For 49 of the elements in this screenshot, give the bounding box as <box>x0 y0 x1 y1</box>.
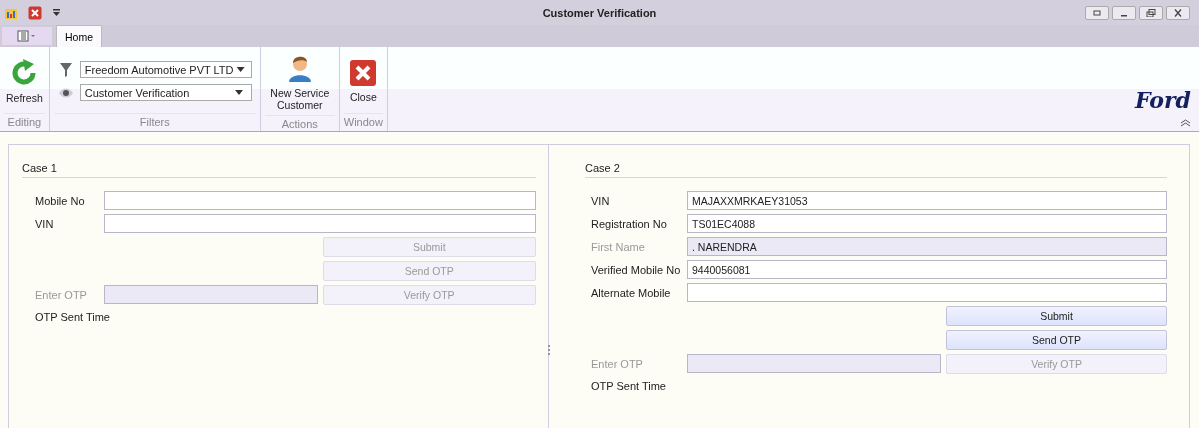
new-customer-button[interactable]: New Service Customer <box>264 49 335 115</box>
field-label: Mobile No <box>35 194 86 207</box>
minimize-icon <box>1121 14 1127 17</box>
ribbon-tab[interactable]: Home <box>56 25 102 47</box>
restore-icon <box>1146 8 1156 17</box>
group-label: Editing <box>4 113 45 131</box>
field-label: Verified Mobile No <box>591 263 682 276</box>
field-label: Alternate Mobile <box>591 286 672 299</box>
field-label: First Name <box>591 240 646 253</box>
menu-icon <box>17 30 37 42</box>
dropdown-icon[interactable] <box>52 8 61 17</box>
input-field[interactable]: TS01EC4088 <box>687 214 1167 233</box>
restore-button[interactable] <box>1139 5 1163 20</box>
group-label: Window <box>343 113 383 131</box>
close-button[interactable]: Close <box>343 55 383 107</box>
submit-button[interactable]: Submit <box>946 306 1167 326</box>
fullscreen-icon <box>1092 8 1102 17</box>
close-icon[interactable] <box>28 5 42 20</box>
close-button[interactable] <box>1166 5 1190 20</box>
input-field[interactable] <box>687 283 1167 302</box>
logo: Ford <box>1134 87 1191 113</box>
splitter-grip[interactable] <box>548 345 551 356</box>
field-label: Enter OTP <box>591 358 644 370</box>
refresh-button[interactable]: Refresh <box>4 54 45 108</box>
collapse-icon[interactable] <box>1180 119 1191 127</box>
filter-dropdown[interactable]: Customer Verification <box>79 84 252 101</box>
section-title: Case 2 <box>585 162 620 174</box>
filter-icon <box>57 61 74 78</box>
eye-icon <box>57 87 74 98</box>
field-label: VIN <box>35 217 55 230</box>
send-otp-button[interactable]: Send OTP <box>946 330 1167 350</box>
group-label: Actions <box>264 115 335 132</box>
window-title: Customer Verification <box>541 6 658 19</box>
field-label: VIN <box>591 194 611 207</box>
field-label: Registration No <box>591 217 668 230</box>
field-label: OTP Sent Time <box>591 380 667 392</box>
application-menu-button[interactable] <box>2 27 52 45</box>
input-field[interactable] <box>104 214 536 233</box>
fullscreen-button[interactable] <box>1085 5 1109 20</box>
close-icon <box>349 59 378 87</box>
group-label: Filters <box>53 113 256 131</box>
input-field[interactable]: MAJAXXMRKAEY31053 <box>687 191 1167 210</box>
filter-dropdown[interactable]: Freedom Automotive PVT LTD <box>79 61 252 78</box>
field-label: Enter OTP <box>35 289 88 301</box>
input-field[interactable]: 9440056081 <box>687 260 1167 279</box>
section-title: Case 1 <box>22 162 57 174</box>
field-label: OTP Sent Time <box>35 311 111 323</box>
input-field[interactable] <box>104 191 536 210</box>
close-icon <box>1173 8 1183 17</box>
